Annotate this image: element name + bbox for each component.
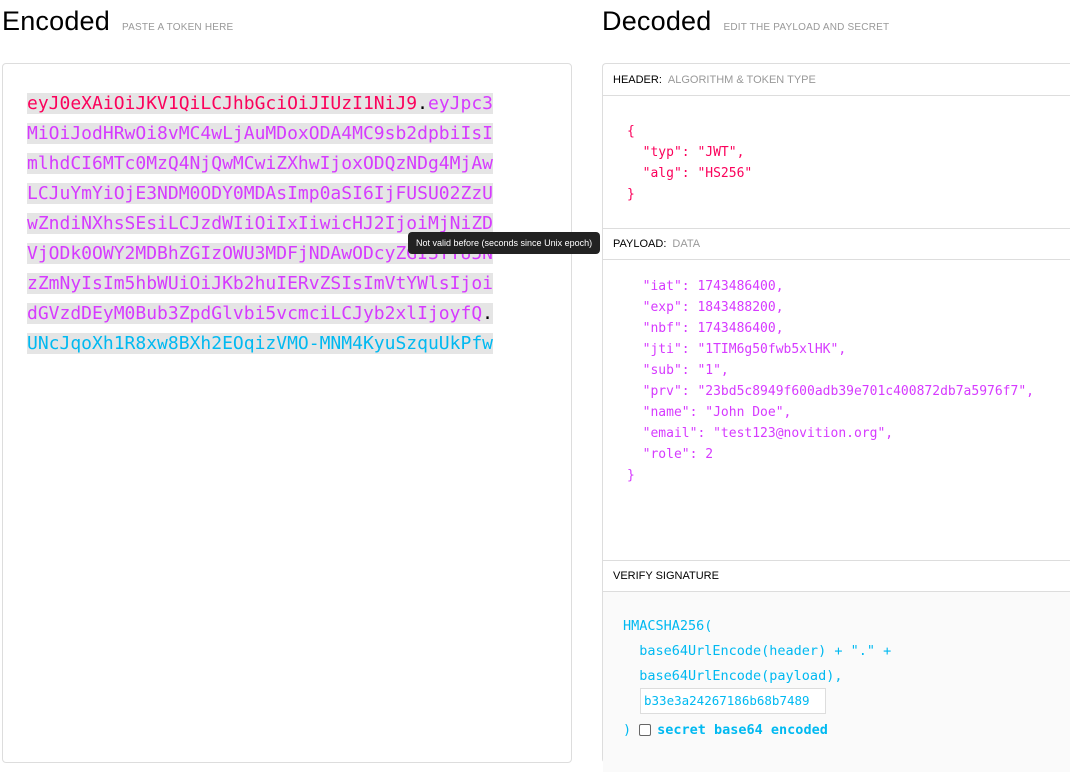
token-signature-part: UNcJqoXh1R8xw8BXh2EOqizVMO-MNM4KyuSzquUk… [27, 333, 493, 354]
encoded-title: Encoded [2, 6, 110, 36]
decoded-subtitle: EDIT THE PAYLOAD AND SECRET [723, 22, 890, 33]
closing-paren: ) [623, 722, 632, 738]
header-section-title: HEADER: ALGORITHM & TOKEN TYPE [603, 64, 1070, 96]
verify-label: VERIFY SIGNATURE [613, 570, 719, 582]
payload-json-editor[interactable]: "iat": 1743486400, "exp": 1843488200, "n… [627, 276, 1034, 486]
hmac-code: HMACSHA256( base64UrlEncode(header) + ".… [623, 618, 892, 684]
base64-checkbox[interactable] [639, 724, 652, 736]
nbf-tooltip: Not valid before (seconds since Unix epo… [408, 232, 601, 254]
encoded-subtitle: PASTE A TOKEN HERE [122, 22, 234, 33]
token-payload-part: eyJpc3MiOiJodHRwOi8vMC4wLjAuMDoxODA4MC9s… [27, 93, 494, 324]
decoded-heading: Decoded EDIT THE PAYLOAD AND SECRET [602, 6, 889, 37]
header-sublabel: ALGORITHM & TOKEN TYPE [667, 73, 816, 86]
payload-label: PAYLOAD: [613, 238, 667, 250]
decoded-panel: HEADER: ALGORITHM & TOKEN TYPE { "typ": … [602, 63, 1070, 772]
payload-sublabel: DATA [672, 238, 701, 250]
verify-section-title: VERIFY SIGNATURE [603, 560, 1070, 592]
secret-input[interactable]: b33e3a24267186b68b7489 [640, 688, 826, 714]
token-text[interactable]: eyJ0eXAiOiJKV1QiLCJhbGciOiJIUzI1NiJ9.eyJ… [27, 89, 497, 359]
decoded-title: Decoded [602, 6, 712, 36]
token-dot: . [417, 93, 428, 114]
encoded-token-editor[interactable]: eyJ0eXAiOiJKV1QiLCJhbGciOiJIUzI1NiJ9.eyJ… [2, 63, 572, 763]
payload-section-title: PAYLOAD: DATA [603, 228, 1070, 260]
header-json-editor[interactable]: { "typ": "JWT", "alg": "HS256" } [627, 121, 752, 205]
token-dot: . [482, 303, 493, 324]
verify-signature-body: HMACSHA256( base64UrlEncode(header) + ".… [603, 592, 1070, 772]
hmac-closing-line: ) secret base64 encoded [623, 720, 828, 740]
encoded-heading: Encoded PASTE A TOKEN HERE [2, 6, 233, 37]
token-header-part: eyJ0eXAiOiJKV1QiLCJhbGciOiJIUzI1NiJ9 [27, 93, 418, 114]
base64-checkbox-label[interactable]: secret base64 encoded [657, 722, 828, 738]
header-label: HEADER: [613, 73, 662, 86]
